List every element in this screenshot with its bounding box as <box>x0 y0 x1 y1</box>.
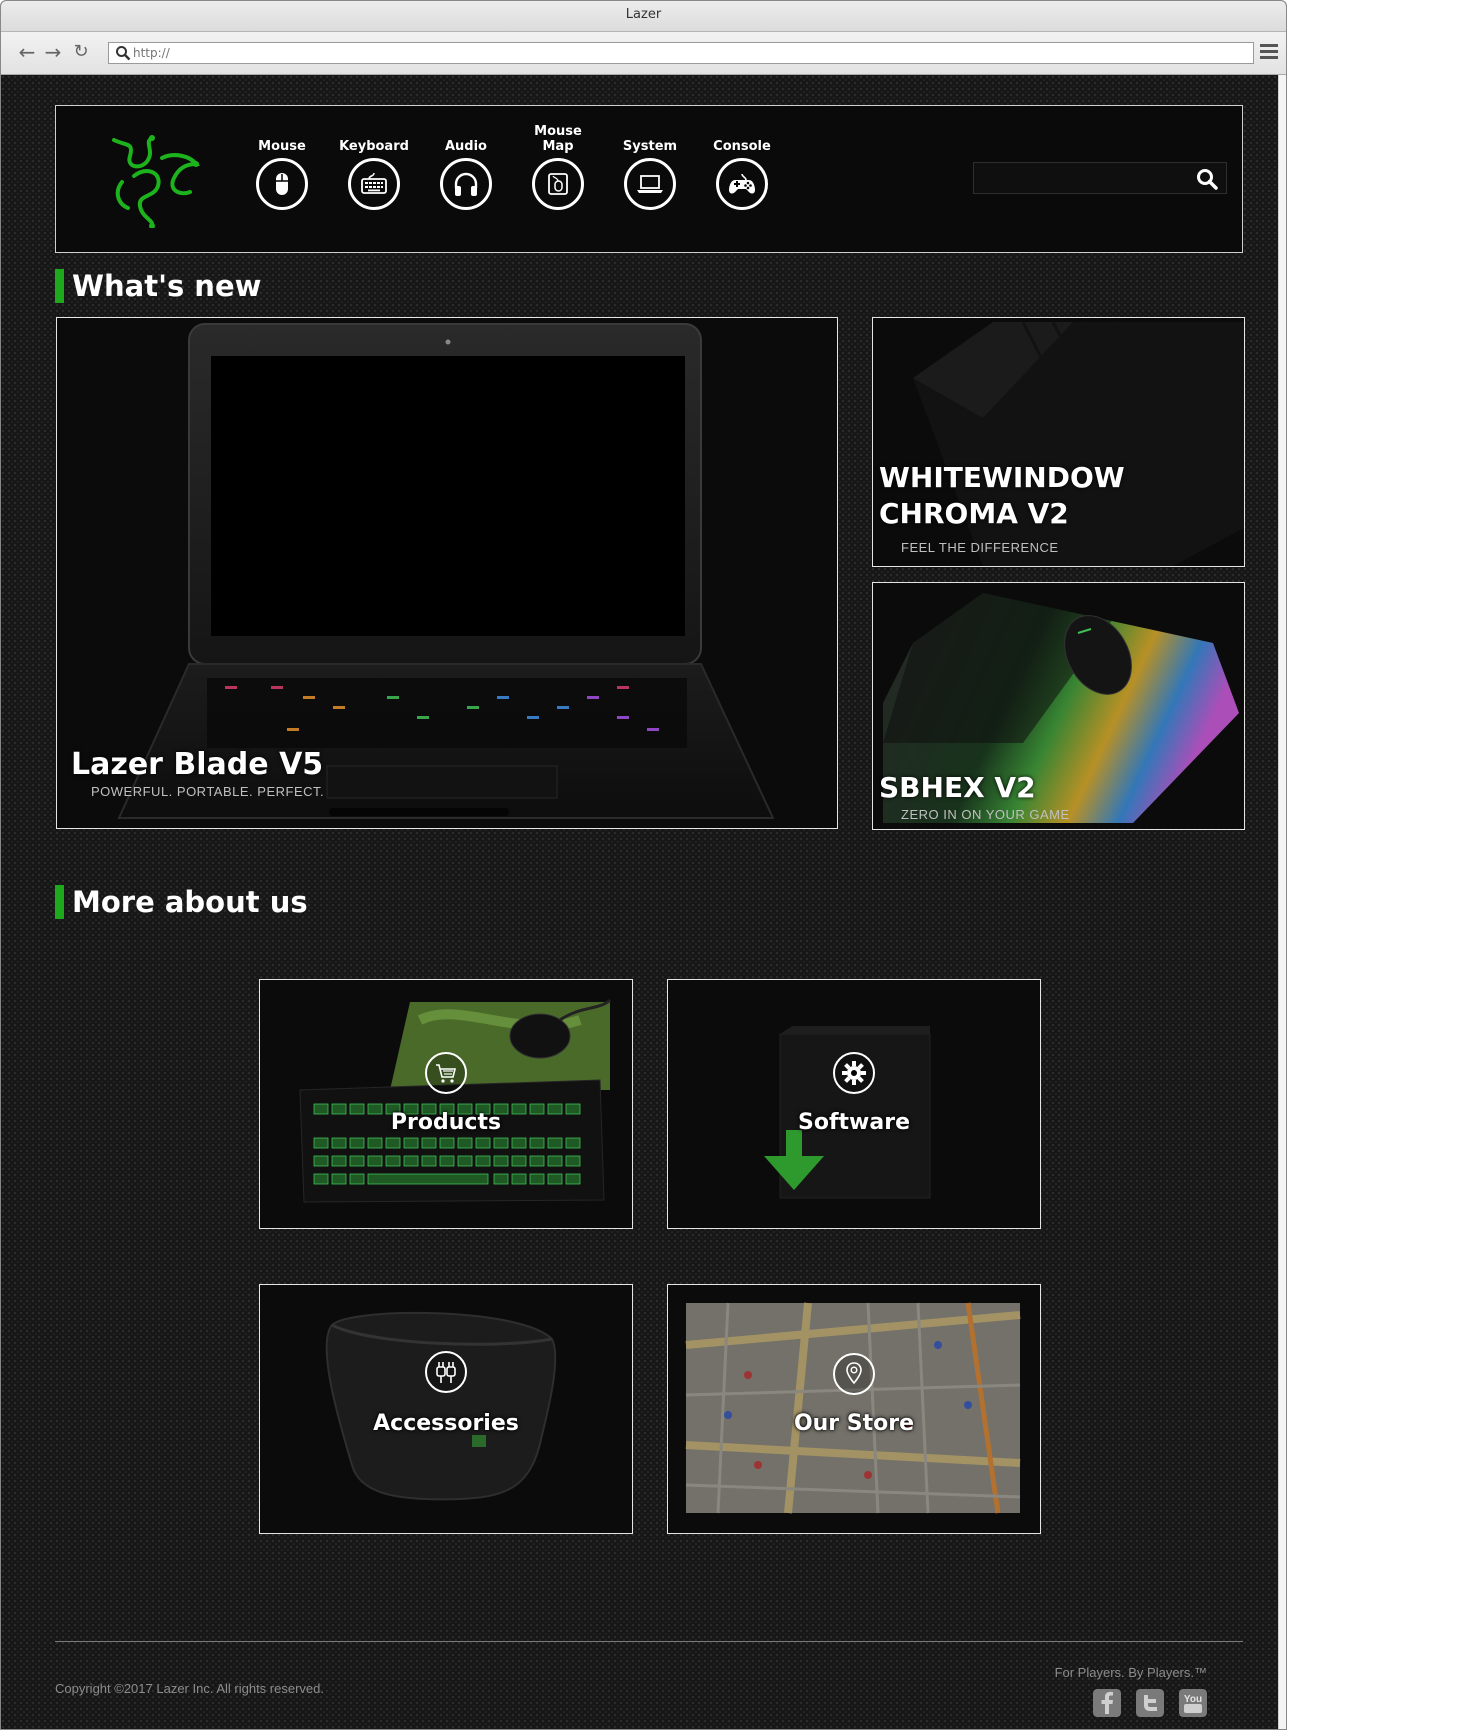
url-input[interactable] <box>133 43 1243 63</box>
about-label-software: Software <box>798 1110 910 1135</box>
category-mouse-map[interactable]: Mouse Map <box>518 122 598 210</box>
whats-new-heading: What's new <box>55 269 261 303</box>
search-icon <box>116 46 131 61</box>
browser-menu-icon[interactable] <box>1260 44 1278 60</box>
forward-arrow-icon[interactable]: → <box>41 40 65 64</box>
address-bar[interactable] <box>108 42 1254 64</box>
accessory-case-image <box>325 1311 557 1501</box>
category-keyboard[interactable]: Keyboard <box>334 122 414 210</box>
keyboard-subtitle: FEEL THE DIFFERENCE <box>901 540 1059 555</box>
mousepad-icon <box>548 173 568 195</box>
about-tile-software[interactable]: Software <box>667 979 1041 1229</box>
site-search-input[interactable] <box>980 167 1184 191</box>
category-label: Audio <box>444 139 487 154</box>
category-console[interactable]: Console <box>702 122 782 210</box>
site-search-box[interactable] <box>973 162 1227 194</box>
mouse-icon <box>276 173 288 195</box>
youtube-icon[interactable]: You <box>1179 1689 1207 1717</box>
more-about-heading: More about us <box>55 885 308 919</box>
category-label: Mouse <box>258 139 306 154</box>
about-tile-store[interactable]: Our Store <box>667 1284 1041 1534</box>
laptop-icon <box>637 175 663 193</box>
shopping-cart-icon <box>436 1064 457 1083</box>
reload-icon[interactable]: ↻ <box>69 40 93 64</box>
site-header: Mouse Keyboard Audio Mouse Map System Co… <box>55 105 1243 253</box>
plug-icon <box>436 1362 456 1383</box>
about-icon-accessories <box>425 1351 467 1393</box>
category-label: Console <box>713 139 771 154</box>
keyboard-title: WHITEWINDOW CHROMA V2 <box>879 461 1125 530</box>
featured-product-tile[interactable]: Lazer Blade V5 POWERFUL. PORTABLE. PERFE… <box>56 317 838 829</box>
copyright-text: Copyright ©2017 Lazer Inc. All rights re… <box>55 1681 324 1696</box>
featured-subtitle: POWERFUL. PORTABLE. PERFECT. <box>91 784 325 799</box>
products-image <box>299 998 612 1203</box>
category-label: Keyboard <box>339 139 409 154</box>
product-tile-keyboard[interactable]: WHITEWINDOW CHROMA V2 FEEL THE DIFFERENC… <box>872 317 1245 567</box>
category-label: Mouse Map <box>534 124 582 154</box>
category-system[interactable]: System <box>610 122 690 210</box>
mousepad-title: SBHEX V2 <box>879 771 1036 804</box>
category-audio[interactable]: Audio <box>426 122 506 210</box>
product-tile-mousepad[interactable]: SBHEX V2 ZERO IN ON YOUR GAME <box>872 582 1245 830</box>
about-tile-accessories[interactable]: Accessories <box>259 1284 633 1534</box>
gamepad-icon <box>729 173 755 194</box>
page-viewport: Mouse Keyboard Audio Mouse Map System Co… <box>1 75 1279 1729</box>
mousepad-subtitle: ZERO IN ON YOUR GAME <box>901 807 1070 822</box>
window-title: Lazer <box>1 1 1286 32</box>
about-icon-products <box>425 1052 467 1094</box>
category-label: System <box>622 139 678 154</box>
browser-toolbar: ← → ↻ <box>1 32 1286 75</box>
about-icon-software <box>833 1052 875 1094</box>
razer-logo-icon[interactable] <box>104 132 204 228</box>
about-icon-store <box>833 1353 875 1395</box>
youtube-icon-label: You <box>1184 1694 1202 1705</box>
facebook-icon[interactable] <box>1093 1689 1121 1717</box>
featured-title: Lazer Blade V5 <box>71 747 324 782</box>
store-map-image <box>685 1302 1021 1514</box>
about-label-store: Our Store <box>793 1411 915 1436</box>
about-label-accessories: Accessories <box>373 1411 519 1436</box>
twitter-icon[interactable] <box>1136 1689 1164 1717</box>
browser-window: Lazer ← → ↻ http:// Mouse Keyboard Audio… <box>0 0 1287 1730</box>
scrollbar[interactable] <box>1278 75 1286 1729</box>
search-icon[interactable] <box>1196 168 1218 190</box>
gear-icon <box>842 1061 866 1085</box>
footer-tagline: For Players. By Players.™ <box>1054 1665 1207 1680</box>
footer-divider <box>55 1641 1243 1642</box>
map-pin-icon <box>846 1362 862 1385</box>
category-mouse[interactable]: Mouse <box>242 122 322 210</box>
software-box-image <box>764 1026 931 1199</box>
keyboard-icon <box>361 172 387 194</box>
back-arrow-icon[interactable]: ← <box>15 40 39 64</box>
about-tile-products[interactable]: Products <box>259 979 633 1229</box>
about-label-products: Products <box>390 1110 502 1135</box>
headphones-icon <box>454 172 478 196</box>
